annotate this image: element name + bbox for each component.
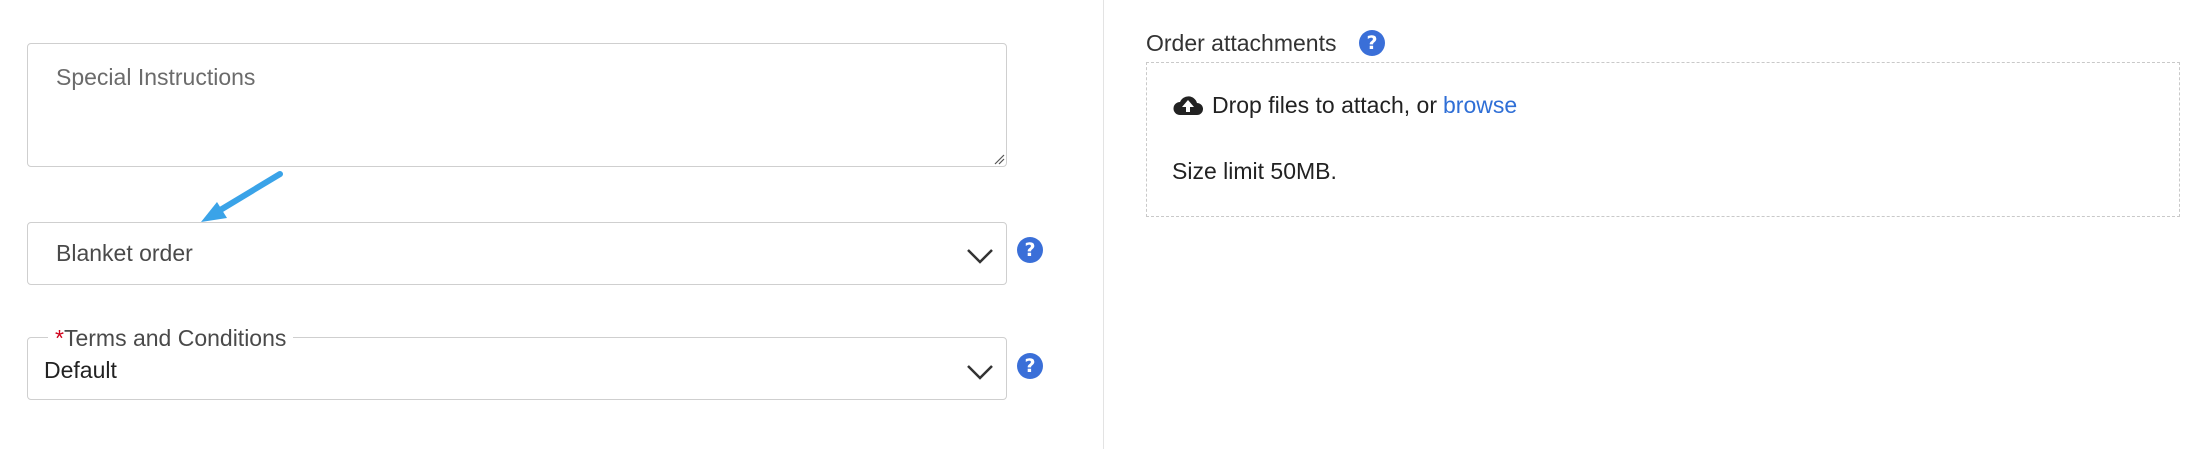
terms-value: Default (44, 357, 117, 383)
chevron-down-icon (967, 365, 993, 380)
drop-instructions: Drop files to attach, or browse (1172, 91, 1517, 119)
arrow-pointer-icon (201, 171, 283, 222)
attachments-panel: Order attachments ? Drop files to attach… (1104, 0, 2211, 449)
order-type-select[interactable]: Blanket order (27, 222, 1007, 285)
terms-label-text: Terms and Conditions (63, 325, 287, 351)
browse-link[interactable]: browse (1443, 91, 1517, 119)
attachments-label: Order attachments (1146, 29, 1336, 57)
required-marker: * (55, 325, 64, 351)
file-dropzone[interactable]: Drop files to attach, or browse Size lim… (1146, 62, 2180, 217)
resize-grip-icon[interactable] (993, 153, 1005, 165)
drop-text: Drop files to attach, or (1212, 92, 1437, 118)
attachments-label-text: Order attachments (1146, 30, 1337, 56)
order-form-left: Blanket order ? Default *Terms and Condi… (0, 0, 1103, 449)
order-type-value: Blanket order (56, 240, 193, 266)
help-icon[interactable]: ? (1017, 353, 1043, 379)
cloud-upload-icon (1173, 96, 1203, 115)
special-instructions-textarea[interactable] (27, 43, 1007, 167)
chevron-down-icon (967, 249, 993, 264)
help-icon[interactable]: ? (1017, 237, 1043, 263)
size-limit-text: Size limit 50MB. (1172, 158, 1337, 184)
help-icon[interactable]: ? (1359, 30, 1385, 56)
terms-label: *Terms and Conditions (48, 325, 294, 351)
